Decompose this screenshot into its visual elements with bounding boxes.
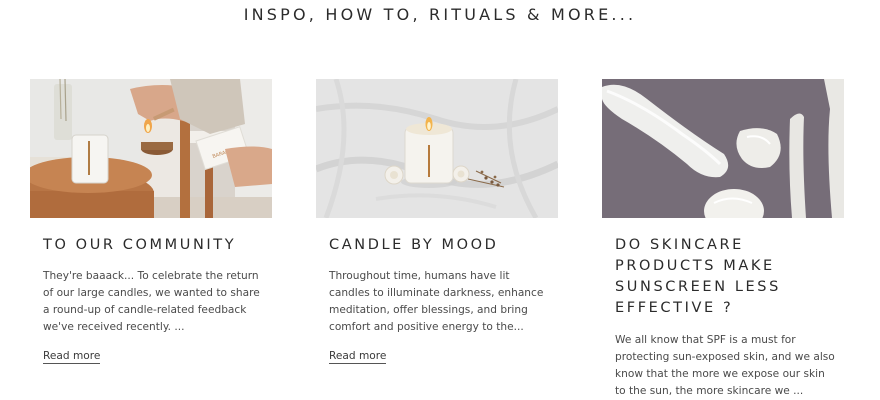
- card-image-community[interactable]: BARAGO: [30, 79, 272, 218]
- card-excerpt: They're baaack... To celebrate the retur…: [43, 270, 260, 333]
- blog-card-community: BARAGO TO OUR COMMUNITY They're baaack..…: [30, 79, 272, 364]
- card-excerpt: Throughout time, humans have lit candles…: [329, 270, 544, 333]
- blog-card-skincare: DO SKINCARE PRODUCTS MAKE SUNSCREEN LESS…: [602, 79, 844, 400]
- card-image-skincare[interactable]: [602, 79, 844, 218]
- card-title[interactable]: TO OUR COMMUNITY: [43, 235, 272, 256]
- section-title: INSPO, HOW TO, RITUALS & MORE...: [243, 5, 637, 24]
- card-image-candle-mood[interactable]: [316, 79, 558, 218]
- card-excerpt: We all know that SPF is a must for prote…: [615, 334, 835, 397]
- blog-card-candle-mood: CANDLE BY MOOD Throughout time, humans h…: [316, 79, 558, 364]
- read-more-link[interactable]: Read more: [43, 350, 101, 364]
- candle-lighting-photo: BARAGO: [30, 79, 272, 218]
- card-title[interactable]: DO SKINCARE PRODUCTS MAKE SUNSCREEN LESS…: [615, 235, 844, 319]
- card-title[interactable]: CANDLE BY MOOD: [329, 235, 558, 256]
- cream-swatches-photo: [602, 79, 844, 218]
- read-more-link[interactable]: Read more: [329, 350, 387, 364]
- candle-on-linen-photo: [316, 79, 558, 218]
